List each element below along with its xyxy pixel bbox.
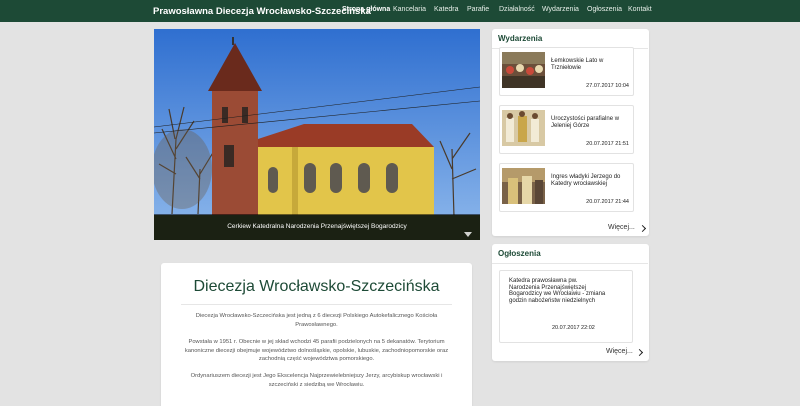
nav-parishes[interactable]: Parafie	[467, 6, 489, 18]
page-title: Diecezja Wrocławsko-Szczecińska	[193, 278, 440, 295]
event-date: 27.07.2017 10:04	[586, 83, 629, 89]
announcements-panel: Ogłoszenia Katedra prawosławna pw. Narod…	[492, 244, 649, 361]
hero-carousel[interactable]: Cerkiew Katedralna Narodzenia Przenajświ…	[154, 29, 480, 240]
site-brand[interactable]: Prawosławna Diecezja Wrocławsko-Szczeciń…	[153, 6, 371, 17]
announcements-more-link[interactable]: Więcej...	[606, 348, 633, 355]
carousel-down-icon[interactable]	[464, 232, 472, 237]
nav-announcements[interactable]: Ogłoszenia	[587, 6, 622, 18]
nav-activities[interactable]: Działalność	[499, 6, 535, 18]
event-thumbnail	[502, 168, 545, 204]
announcements-title: Ogłoszenia	[498, 249, 541, 258]
events-panel: Wydarzenia Łemkowskie Lato w Trzniełowie…	[492, 29, 649, 236]
nav-home[interactable]: Strona główna	[342, 6, 390, 18]
hero-caption: Cerkiew Katedralna Narodzenia Przenajświ…	[227, 223, 407, 230]
event-title[interactable]: Ingres władyki Jerzego do Katedry wrocła…	[551, 174, 633, 188]
top-navbar: Prawosławna Diecezja Wrocławsko-Szczeciń…	[0, 0, 800, 22]
caption-bar: Cerkiew Katedralna Narodzenia Przenajświ…	[154, 214, 480, 240]
event-item[interactable]: Ingres władyki Jerzego do Katedry wrocła…	[499, 163, 634, 212]
nav-chancellery[interactable]: Kancelaria	[393, 6, 426, 18]
nav-contact[interactable]: Kontakt	[628, 6, 652, 18]
cathedral-photo	[154, 29, 480, 240]
diocese-info-card: Diecezja Wrocławsko-Szczecińska Diecezja…	[161, 263, 472, 406]
event-item[interactable]: Łemkowskie Lato w Trzniełowie 27.07.2017…	[499, 47, 634, 96]
divider	[492, 263, 648, 264]
event-thumbnail	[502, 110, 545, 146]
divider	[181, 304, 452, 305]
intro-paragraph: Diecezja Wrocławsko-Szczecińska jest jed…	[195, 313, 438, 328]
event-item[interactable]: Uroczystości parafialne w Jeleniej Górze…	[499, 105, 634, 154]
event-date: 20.07.2017 21:44	[586, 199, 629, 205]
nav-events[interactable]: Wydarzenia	[542, 6, 579, 18]
announcement-title[interactable]: Katedra prawosławna pw. Narodzenia Przen…	[509, 278, 609, 304]
chevron-right-icon[interactable]	[635, 348, 644, 357]
nav-cathedral[interactable]: Katedra	[434, 6, 459, 18]
event-title[interactable]: Łemkowskie Lato w Trzniełowie	[551, 58, 633, 72]
bishop-paragraph: Ordynariuszem diecezji jest Jego Ekscele…	[190, 373, 443, 388]
announcement-item[interactable]: Katedra prawosławna pw. Narodzenia Przen…	[499, 270, 633, 343]
announcement-date: 20.07.2017 22:02	[552, 325, 595, 331]
chevron-right-icon[interactable]	[638, 224, 647, 233]
event-date: 20.07.2017 21:51	[586, 141, 629, 147]
event-thumbnail	[502, 52, 545, 88]
events-more-link[interactable]: Więcej...	[608, 224, 635, 231]
event-title[interactable]: Uroczystości parafialne w Jeleniej Górze	[551, 116, 633, 130]
events-title: Wydarzenia	[498, 34, 543, 43]
history-paragraph: Powstała w 1951 r. Obecnie w jej skład w…	[184, 339, 449, 363]
